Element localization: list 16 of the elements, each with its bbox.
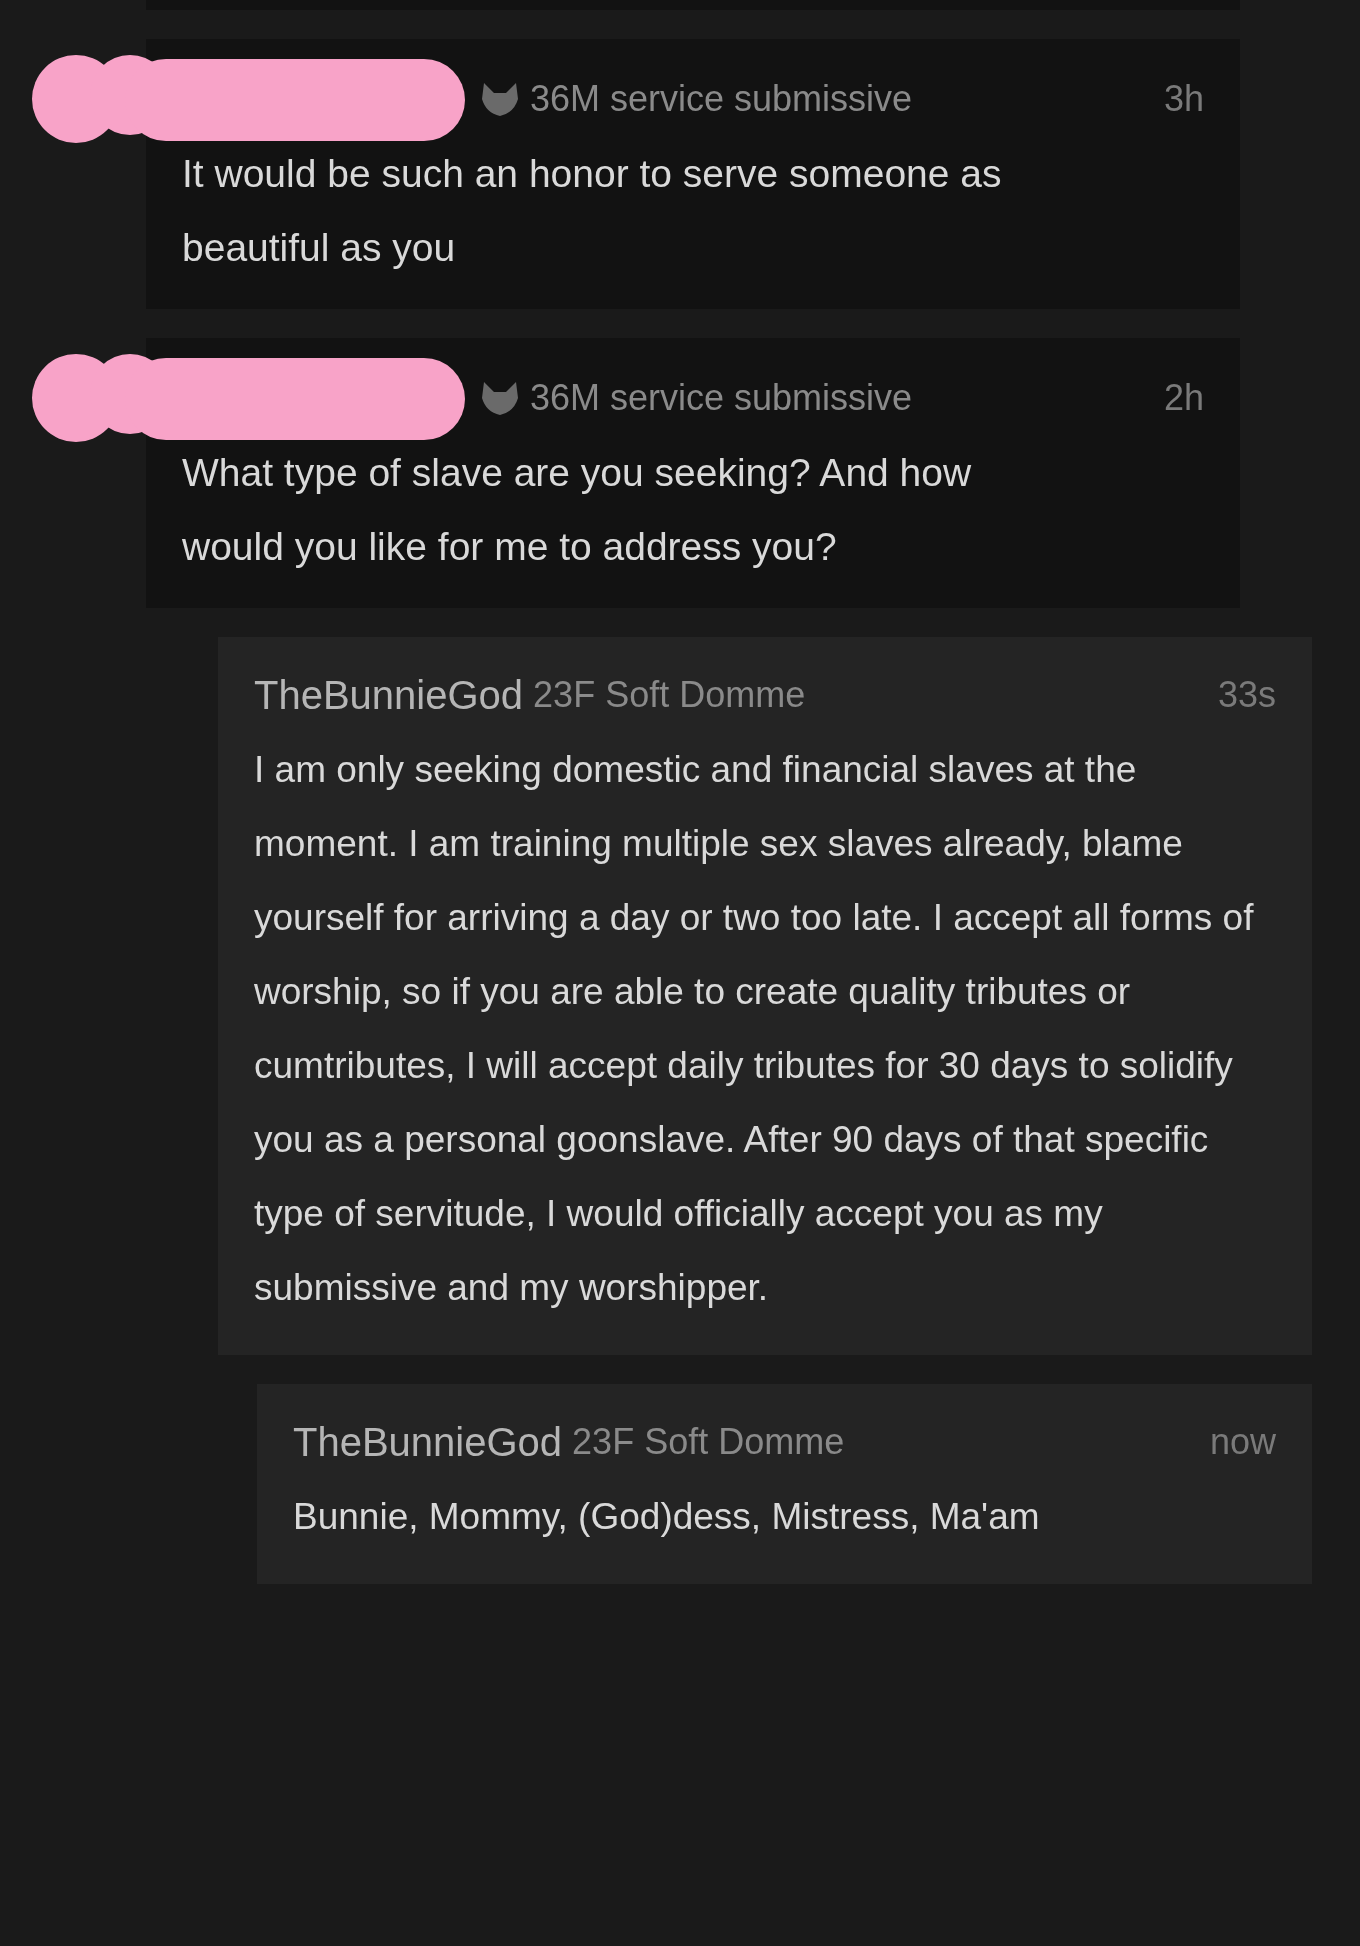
comment-text: I am only seeking domestic and financial slaves at the moment. I am training multiple sex slaves already, blame yourself for arriving a day or two too late. I accept all forms of worship, so if you are able to create quality tributes or cumtributes, I will accept daily tributes for 30 days to solidify you as a personal goonslave. After 90 days of that specific type of servitude, I would officially accept you as my submissive and my worshipper. [254,748,1255,1310]
user-tagline: 36M service submissive [530,377,913,419]
comment-text: It would be such an honor to serve someone as beautiful as you [182,151,1003,271]
user-tagline: 36M service submissive [530,78,913,120]
username[interactable]: TheBunnieGod [293,1419,563,1465]
timestamp: now [1209,1421,1276,1463]
user-tagline: 23F Soft Domme [572,1421,845,1463]
cat-icon [480,380,520,416]
timestamp: 3h [1163,78,1204,120]
comment-text: Bunnie, Mommy, (God)dess, Mistress, Ma'am [293,1495,1041,1539]
username[interactable]: TheBunnieGod [254,672,524,718]
timestamp: 33s [1217,674,1276,716]
user-tagline: 23F Soft Domme [533,674,806,716]
comment-text: What type of slave are you seeking? And how would you like for me to address you? [182,450,973,570]
cat-icon [480,81,520,117]
timestamp: 2h [1163,377,1204,419]
